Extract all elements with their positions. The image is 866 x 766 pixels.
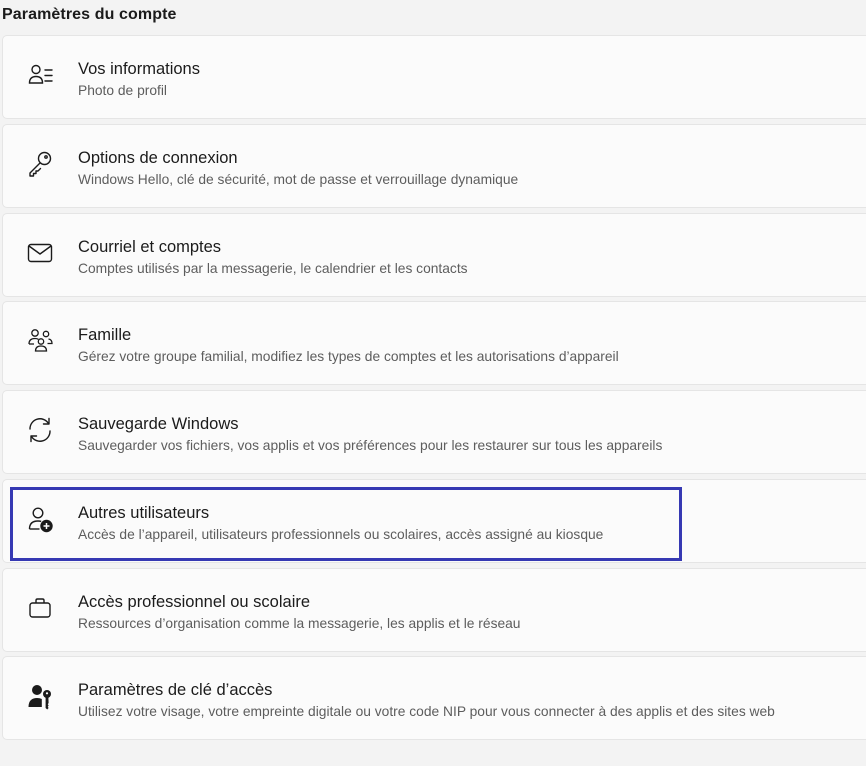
settings-item-courriel-et-comptes[interactable]: Courriel et comptes Comptes utilisés par… <box>2 213 866 297</box>
key-icon <box>25 149 55 179</box>
settings-item-vos-informations[interactable]: Vos informations Photo de profil <box>2 35 866 119</box>
item-subtitle: Comptes utilisés par la messagerie, le c… <box>78 261 468 276</box>
settings-item-famille[interactable]: Famille Gérez votre groupe familial, mod… <box>2 301 866 385</box>
item-subtitle: Photo de profil <box>78 83 167 98</box>
passkey-icon <box>25 681 55 711</box>
mail-icon <box>25 238 55 268</box>
item-title: Options de connexion <box>78 149 238 167</box>
user-info-icon <box>25 60 55 90</box>
item-title: Sauvegarde Windows <box>78 415 239 433</box>
item-title: Paramètres de clé d’accès <box>78 681 273 699</box>
item-title: Famille <box>78 326 132 344</box>
item-title: Courriel et comptes <box>78 238 222 256</box>
item-subtitle: Accès de l’appareil, utilisateurs profes… <box>78 527 604 542</box>
settings-item-cle-acces[interactable]: Paramètres de clé d’accès Utilisez votre… <box>2 656 866 740</box>
settings-item-sauvegarde-windows[interactable]: Sauvegarde Windows Sauvegarder vos fichi… <box>2 390 866 474</box>
page-title: Paramètres du compte <box>2 6 177 23</box>
item-title: Vos informations <box>78 60 200 78</box>
briefcase-icon <box>25 593 55 623</box>
family-icon <box>25 326 55 356</box>
item-title: Accès professionnel ou scolaire <box>78 593 311 611</box>
item-subtitle: Sauvegarder vos fichiers, vos applis et … <box>78 438 663 453</box>
item-subtitle: Windows Hello, clé de sécurité, mot de p… <box>78 172 519 187</box>
item-subtitle: Ressources d’organisation comme la messa… <box>78 616 521 631</box>
settings-item-acces-professionnel[interactable]: Accès professionnel ou scolaire Ressourc… <box>2 568 866 652</box>
add-user-icon <box>25 504 55 534</box>
settings-item-options-de-connexion[interactable]: Options de connexion Windows Hello, clé … <box>2 124 866 208</box>
settings-item-autres-utilisateurs[interactable]: Autres utilisateurs Accès de l’appareil,… <box>2 479 866 563</box>
sync-icon <box>25 415 55 445</box>
item-title: Autres utilisateurs <box>78 504 210 522</box>
item-subtitle: Utilisez votre visage, votre empreinte d… <box>78 704 775 719</box>
item-subtitle: Gérez votre groupe familial, modifiez le… <box>78 349 619 364</box>
